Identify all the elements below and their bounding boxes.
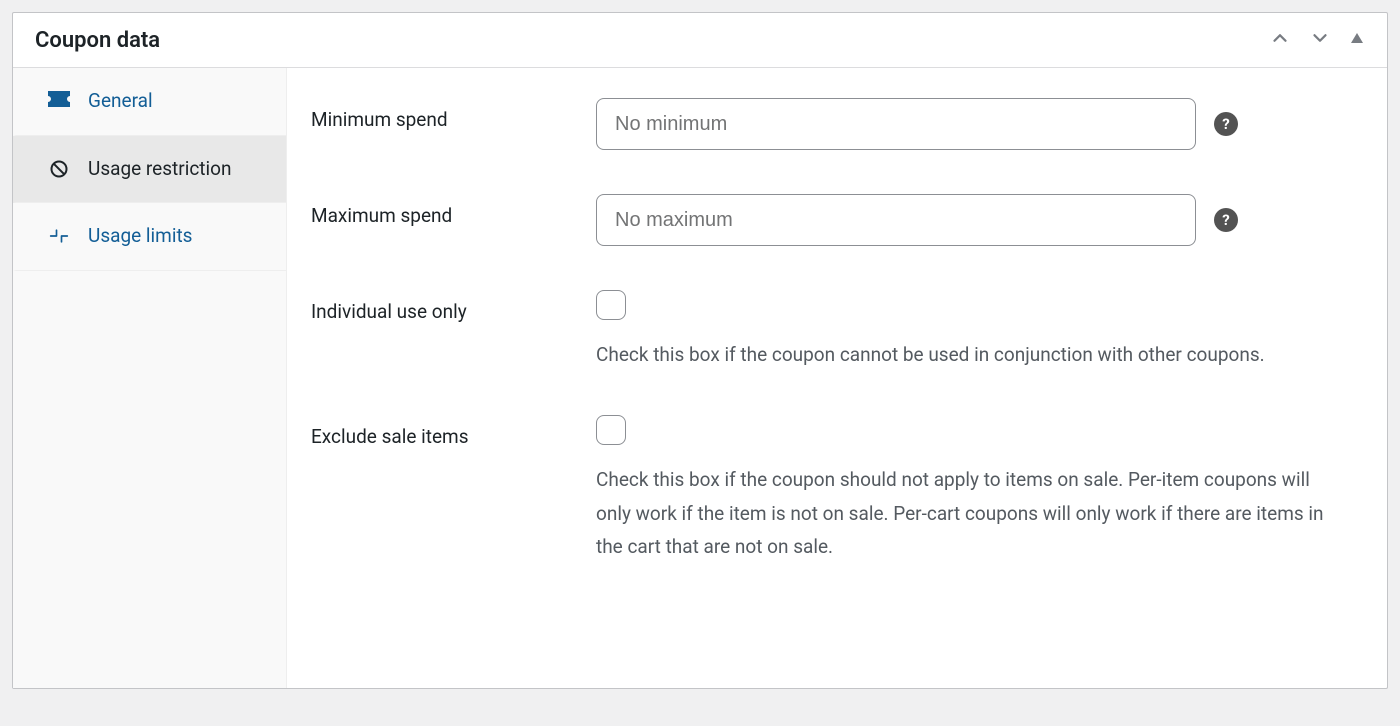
maximum-spend-input[interactable] [596,194,1196,246]
chevron-up-icon[interactable] [1269,27,1291,53]
panel-title: Coupon data [35,28,160,53]
panel-body: General Usage restriction Usage limits M… [13,68,1387,688]
individual-use-checkbox[interactable] [596,290,626,320]
row-individual-use: Individual use only Check this box if th… [311,290,1339,371]
coupon-data-panel: Coupon data General [12,12,1388,689]
panel-header: Coupon data [13,13,1387,68]
row-exclude-sale: Exclude sale items Check this box if the… [311,415,1339,563]
individual-use-help: Check this box if the coupon cannot be u… [596,338,1336,371]
minimum-spend-input[interactable] [596,98,1196,150]
ticket-icon [48,88,70,107]
exclude-sale-checkbox[interactable] [596,415,626,445]
row-maximum-spend: Maximum spend ? [311,194,1339,246]
minimum-spend-label: Minimum spend [311,98,596,131]
tab-label: Usage restriction [88,156,264,183]
tab-usage-restriction[interactable]: Usage restriction [13,136,286,204]
row-minimum-spend: Minimum spend ? [311,98,1339,150]
help-icon[interactable]: ? [1214,208,1238,232]
exclude-sale-help: Check this box if the coupon should not … [596,463,1336,563]
maximum-spend-label: Maximum spend [311,194,596,227]
content: Minimum spend ? Maximum spend ? Individu… [287,68,1387,688]
row-field: ? [596,194,1339,246]
row-field: ? [596,98,1339,150]
triangle-up-icon[interactable] [1349,30,1365,50]
row-field: Check this box if the coupon cannot be u… [596,290,1339,371]
exclude-sale-label: Exclude sale items [311,415,596,448]
tab-usage-limits[interactable]: Usage limits [13,203,286,271]
tab-label: General [88,88,264,115]
tab-label: Usage limits [88,223,264,250]
chevron-down-icon[interactable] [1309,27,1331,53]
panel-controls [1269,27,1365,53]
tab-general[interactable]: General [13,68,286,136]
help-icon[interactable]: ? [1214,112,1238,136]
sidebar: General Usage restriction Usage limits [13,68,287,688]
contract-icon [48,223,70,246]
individual-use-label: Individual use only [311,290,596,323]
row-field: Check this box if the coupon should not … [596,415,1339,563]
ban-icon [48,156,70,179]
